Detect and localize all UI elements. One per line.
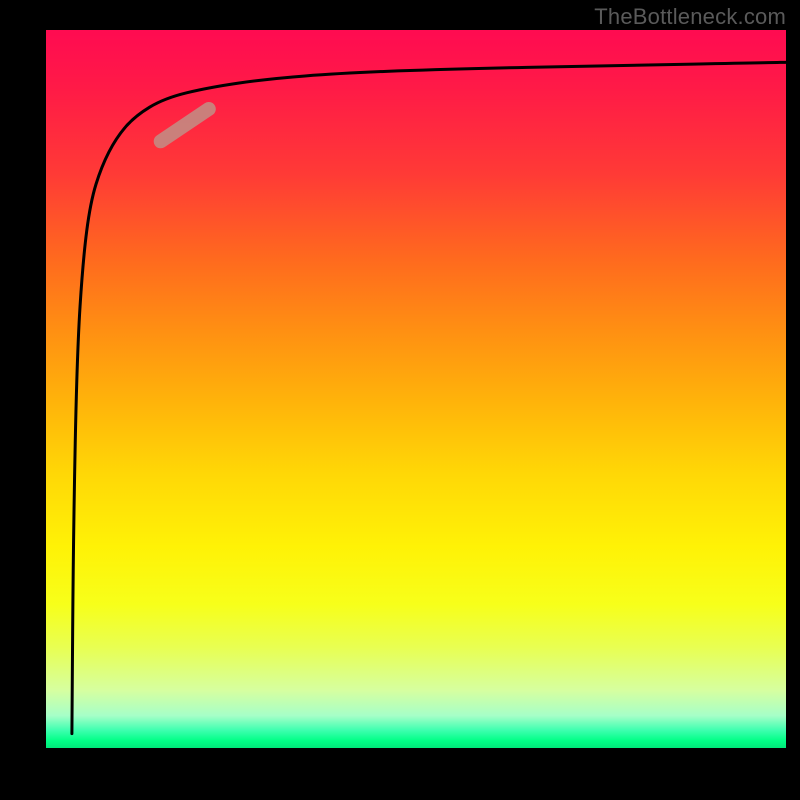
- plot-area: [46, 30, 786, 748]
- attribution-text: TheBottleneck.com: [594, 4, 786, 30]
- chart-frame: TheBottleneck.com: [0, 0, 800, 800]
